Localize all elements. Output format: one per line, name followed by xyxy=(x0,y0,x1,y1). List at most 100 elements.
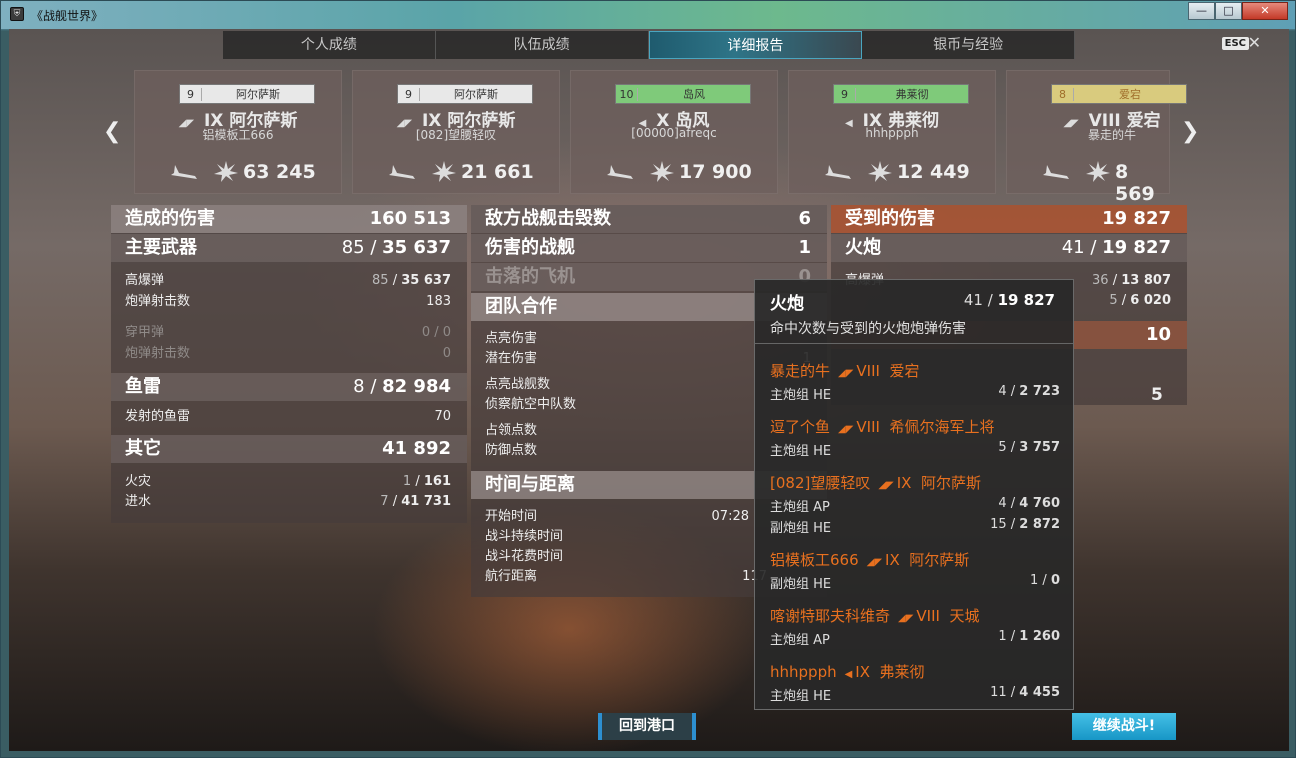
stat-label: 高爆弹 xyxy=(125,273,165,288)
damage-blast-icon xyxy=(432,161,456,182)
stat-value: 1 / 161 xyxy=(402,474,451,489)
ship-silhouette-icon xyxy=(607,165,633,179)
tab-detailed-report[interactable]: 详细报告 xyxy=(648,31,863,59)
stat-value: 85 / 35 637 xyxy=(372,273,451,288)
stat-label: 侦察航空中队数 xyxy=(485,397,577,412)
stat-label: 战斗持续时间 xyxy=(485,529,564,544)
torpedo-header: 鱼雷 8 / 82 984 xyxy=(111,373,467,401)
damage-blast-icon xyxy=(868,161,892,182)
guns-header: 火炮 41 / 19 827 xyxy=(831,234,1187,262)
damage-received-header: 受到的伤害 19 827 xyxy=(831,205,1187,233)
damage-value: 12 449 xyxy=(897,161,970,183)
ship-short-name: 弗莱彻 xyxy=(895,88,929,101)
hit-row: 主炮组 HE 5 / 3 757 xyxy=(770,440,1060,459)
app-icon: ⛨ xyxy=(10,7,24,21)
attacker-name: [082]望腰轻叹 ◢◤ IX 阿尔萨斯 xyxy=(770,474,981,492)
damage-value: 63 245 xyxy=(243,161,316,183)
section-title: 团队合作 xyxy=(485,296,557,317)
destroyer-class-icon: ◀ xyxy=(844,669,853,680)
game-window: ⛨ 《战舰世界》 — □ ✕ 个人成绩 队伍成绩 详细报告 银币与经验 ESC … xyxy=(0,0,1296,758)
return-to-port-button[interactable]: 回到港口 xyxy=(598,713,696,740)
maximize-button[interactable]: □ xyxy=(1215,2,1242,20)
stat-value: 0 / 0 xyxy=(421,325,451,340)
ship-short-name: 阿尔萨斯 xyxy=(454,88,498,101)
hit-row: 主炮组 HE 4 / 2 723 xyxy=(770,384,1060,403)
continue-battle-button[interactable]: 继续战斗! xyxy=(1072,713,1176,740)
tab-credits-xp[interactable]: 银币与经验 xyxy=(862,31,1075,59)
close-window-button[interactable]: ✕ xyxy=(1242,2,1288,20)
title-bar: ⛨ 《战舰世界》 — □ ✕ xyxy=(1,1,1295,29)
section-title: 伤害的战舰 xyxy=(485,237,575,258)
stat-row: 高爆弹 85 / 35 637 xyxy=(111,271,467,291)
results-screen: 个人成绩 队伍成绩 详细报告 银币与经验 ESC ✕ ❮ ❯ 9 阿尔萨斯 ◢◤… xyxy=(9,29,1289,751)
section-value: 6 xyxy=(798,208,811,229)
tooltip-description: 命中次数与受到的火炮炮弹伤害 xyxy=(770,321,966,337)
other-header: 其它 41 892 xyxy=(111,435,467,463)
stat-label: 进水 xyxy=(125,494,152,509)
stat-row: 火灾 1 / 161 xyxy=(111,472,467,492)
tier-badge: 10 岛风 xyxy=(615,84,751,104)
tier-badge: 9 弗莱彻 xyxy=(833,84,969,104)
section-value: 1 xyxy=(798,237,811,258)
battleship-class-icon: ◢◤ xyxy=(878,480,894,491)
damage-dealt-header: 造成的伤害 160 513 xyxy=(111,205,467,233)
stat-row: 炮弹射击数 0 xyxy=(111,344,467,364)
damage-blast-icon xyxy=(214,161,238,182)
tooltip-value: 41 / 19 827 xyxy=(963,291,1055,309)
tier-number: 8 xyxy=(1052,87,1074,101)
stat-label: 火灾 xyxy=(125,474,152,489)
player-card[interactable]: 9 阿尔萨斯 ◢◤ IX 阿尔萨斯 铝模板工666 63 245 xyxy=(134,70,342,194)
tier-number: 9 xyxy=(834,87,856,101)
stat-row: 发射的鱼雷 70 xyxy=(111,407,467,427)
stat-value: 7 / 41 731 xyxy=(380,494,451,509)
section-value: 41 892 xyxy=(382,438,451,459)
cruiser-class-icon: ◢◤ xyxy=(838,424,854,435)
window-title: 《战舰世界》 xyxy=(31,9,104,23)
tab-personal[interactable]: 个人成绩 xyxy=(223,31,436,59)
stat-label: 开始时间 xyxy=(485,509,538,524)
player-name: [00000]afreqc xyxy=(631,126,717,140)
damage-blast-icon xyxy=(650,161,674,182)
attacker-name: hhhppph ◀ IX 弗莱彻 xyxy=(770,663,925,681)
stat-value: 5 / 6 020 xyxy=(1109,293,1171,308)
hit-row: 副炮组 HE 1 / 0 xyxy=(770,573,1060,592)
minimize-button[interactable]: — xyxy=(1188,2,1215,20)
section-title: 主要武器 xyxy=(125,237,197,258)
divider xyxy=(755,343,1073,344)
stat-label: 炮弹射击数 xyxy=(125,294,191,309)
damage-value: 8 569 xyxy=(1115,161,1155,205)
stat-row: 穿甲弹 0 / 0 xyxy=(111,323,467,343)
cruiser-class-icon: ◢◤ xyxy=(898,613,914,624)
tab-team[interactable]: 队伍成绩 xyxy=(436,31,649,59)
ship-short-name: 爱宕 xyxy=(1119,88,1141,101)
player-name: 铝模板工666 xyxy=(202,128,274,142)
stat-value: 0 xyxy=(442,346,451,361)
tier-number: 10 xyxy=(616,87,638,101)
damage-blast-icon xyxy=(1086,161,1110,182)
stat-label: 发射的鱼雷 xyxy=(125,409,191,424)
ship-silhouette-icon xyxy=(1043,165,1069,179)
player-card[interactable]: 8 爱宕 ◢◤ VIII 爱宕 暴走的牛 8 569 xyxy=(1006,70,1187,205)
attacker-name: 喀谢特耶夫科维奇 ◢◤ VIII 天城 xyxy=(770,607,980,625)
ship-silhouette-icon xyxy=(171,165,197,179)
player-name: 暴走的牛 xyxy=(1087,128,1136,142)
ship-silhouette-icon xyxy=(825,165,851,179)
player-name: hhhppph xyxy=(865,126,919,140)
close-icon[interactable]: ✕ xyxy=(1248,33,1261,52)
main-weapon-header: 主要武器 85 / 35 637 xyxy=(111,234,467,262)
esc-key-label: ESC xyxy=(1221,37,1249,50)
section-title: 火炮 xyxy=(845,237,881,258)
tier-number: 9 xyxy=(398,87,420,101)
section-value: 10 xyxy=(1145,324,1171,345)
battleship-class-icon: ◢◤ xyxy=(866,557,883,568)
player-card[interactable]: 9 阿尔萨斯 ◢◤ IX 阿尔萨斯 [082]望腰轻叹 21 661 xyxy=(352,70,560,194)
ship-short-name: 岛风 xyxy=(683,88,705,101)
damaged-ships-header: 伤害的战舰 1 xyxy=(471,234,827,262)
stat-value: 36 / 13 807 xyxy=(1092,273,1171,288)
tier-number: 9 xyxy=(180,87,202,101)
tier-badge: 9 阿尔萨斯 xyxy=(397,84,533,104)
stat-value: 183 xyxy=(426,294,451,309)
player-card[interactable]: 10 岛风 ◀ X 岛风 [00000]afreqc 17 900 xyxy=(570,70,778,194)
player-card[interactable]: 9 弗莱彻 ◀ IX 弗莱彻 hhhppph 12 449 xyxy=(788,70,996,194)
prev-arrow-icon[interactable]: ❮ xyxy=(103,119,121,144)
